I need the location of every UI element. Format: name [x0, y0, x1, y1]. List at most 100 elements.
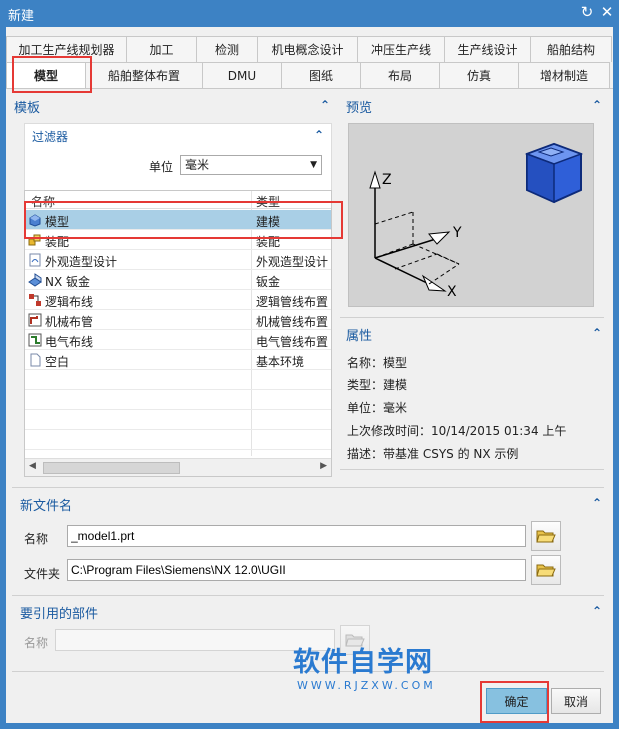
prop-unit: 单位：毫米: [347, 399, 407, 416]
browse-name-button[interactable]: [531, 521, 561, 551]
tab-panel-border: [6, 88, 613, 89]
template-type: 电气管线布置: [256, 335, 329, 349]
folder-label: 文件夹: [24, 567, 61, 581]
template-row-assembly[interactable]: 装配 装配: [25, 230, 331, 250]
tab-production-line-planner[interactable]: 加工生产线规划器: [6, 36, 127, 62]
horizontal-scrollbar[interactable]: ◀ ▶: [25, 458, 331, 476]
prop-value: 建模: [383, 378, 408, 392]
template-row-logic-routing[interactable]: 逻辑布线 逻辑管线布置: [25, 290, 331, 310]
tab-layout[interactable]: 布局: [360, 62, 440, 88]
prop-modified: 上次修改时间：10/14/2015 01:34 上午: [347, 422, 566, 439]
tab-model[interactable]: 模型: [6, 62, 86, 88]
tab-manufacturing[interactable]: 加工: [126, 36, 197, 62]
prop-label: 描述：: [347, 447, 384, 461]
prop-name: 名称：模型: [347, 354, 407, 371]
scroll-left-icon[interactable]: ◀: [29, 461, 36, 471]
properties-collapse-icon[interactable]: ⌃: [590, 326, 604, 340]
tab-simulation[interactable]: 仿真: [439, 62, 519, 88]
tab-inspection[interactable]: 检测: [196, 36, 258, 62]
prop-label: 类型：: [347, 378, 384, 392]
template-type: 装配: [256, 235, 281, 249]
template-row-electrical-routing[interactable]: 电气布线 电气管线布置: [25, 330, 331, 350]
template-type: 建模: [256, 215, 281, 229]
chevron-down-icon: ▼: [310, 160, 317, 170]
watermark-url: WWW.RJZXW.COM: [297, 679, 436, 692]
prop-label: 上次修改时间：: [347, 424, 432, 438]
preview-title: 预览: [346, 101, 373, 116]
scroll-right-icon[interactable]: ▶: [320, 461, 327, 471]
prop-label: 单位：: [347, 401, 384, 415]
browse-folder-button[interactable]: [531, 555, 561, 585]
preview-collapse-icon[interactable]: ⌃: [590, 98, 604, 112]
tab-drawing[interactable]: 图纸: [281, 62, 361, 88]
file-name-input[interactable]: [67, 525, 526, 547]
prop-type: 类型：建模: [347, 376, 407, 393]
ref-name-label: 名称: [24, 636, 49, 650]
prop-label: 名称：: [347, 356, 384, 370]
new-file-collapse-icon[interactable]: ⌃: [590, 496, 604, 510]
template-row-mech-piping[interactable]: 机械布管 机械管线布置: [25, 310, 331, 330]
model-icon: [29, 214, 41, 227]
watermark-text: 软件自学网: [293, 647, 433, 678]
divider: [12, 595, 604, 596]
shape-design-icon: [29, 253, 41, 267]
mech-piping-icon: [28, 313, 42, 327]
template-type: 机械管线布置: [256, 315, 329, 329]
templates-collapse-icon[interactable]: ⌃: [318, 98, 332, 112]
table-row: [25, 430, 331, 450]
template-row-shape-design[interactable]: 外观造型设计 外观造型设计: [25, 250, 331, 270]
template-row-blank[interactable]: 空白 基本环境: [25, 350, 331, 370]
part-cube-icon: [524, 142, 584, 204]
folder-open-icon: [536, 564, 556, 577]
axis-y-label: Y: [452, 225, 462, 241]
tab-mechatronics[interactable]: 机电概念设计: [257, 36, 358, 62]
template-name: NX 钣金: [45, 275, 91, 289]
template-name: 电气布线: [45, 335, 94, 349]
table-row: [25, 390, 331, 410]
watermark-logo: 软件自学网 WWW.RJZXW.COM: [293, 640, 436, 692]
window-title: 新建: [8, 9, 35, 24]
prop-value: 带基准 CSYS 的 NX 示例: [383, 447, 519, 461]
sheet-metal-icon: [28, 273, 42, 287]
axis-z-label: Z: [382, 172, 392, 188]
divider: [340, 317, 604, 318]
cancel-button[interactable]: 取消: [551, 688, 601, 714]
ok-button[interactable]: 确定: [486, 688, 547, 714]
unit-value: 毫米: [185, 158, 210, 172]
tab-press-line[interactable]: 冲压生产线: [357, 36, 445, 62]
tab-additive-manufacturing[interactable]: 增材制造: [518, 62, 610, 88]
folder-input[interactable]: [67, 559, 526, 581]
template-list-header: 名称 类型: [25, 191, 331, 209]
tab-ship-structure[interactable]: 船舶结构: [530, 36, 612, 62]
table-row: [25, 370, 331, 390]
unit-select[interactable]: 毫米 ▼: [180, 155, 322, 175]
folder-open-icon: [536, 530, 556, 543]
templates-title: 模板: [14, 101, 41, 116]
template-row-model[interactable]: 模型 建模: [25, 210, 331, 230]
column-type[interactable]: 类型: [256, 193, 280, 210]
dialog-window: 新建 ↻ ✕ 加工生产线规划器 加工 检测 机电概念设计 冲压生产线 生产线设计…: [0, 0, 619, 729]
template-name: 逻辑布线: [45, 295, 94, 309]
template-type: 基本环境: [256, 355, 305, 369]
logic-routing-icon: [29, 294, 41, 306]
blank-icon: [30, 353, 41, 367]
title-bar: 新建 ↻ ✕: [0, 0, 619, 26]
assembly-icon: [28, 234, 41, 246]
tab-dmu[interactable]: DMU: [202, 62, 282, 88]
electrical-routing-icon: [28, 333, 42, 347]
close-icon[interactable]: ✕: [598, 3, 616, 21]
unit-label: 单位: [149, 160, 174, 174]
ref-parts-collapse-icon[interactable]: ⌃: [590, 604, 604, 618]
template-row-sheet-metal[interactable]: NX 钣金 钣金: [25, 270, 331, 290]
reset-icon[interactable]: ↻: [578, 3, 596, 21]
preview-image: Z Y X: [348, 123, 594, 307]
tab-ship-layout[interactable]: 船舶整体布置: [85, 62, 203, 88]
tab-line-design[interactable]: 生产线设计: [444, 36, 531, 62]
template-name: 装配: [45, 235, 70, 249]
filter-collapse-icon[interactable]: ⌃: [312, 128, 326, 142]
prop-value: 毫米: [383, 401, 408, 415]
scrollbar-thumb[interactable]: [43, 462, 180, 474]
tab-row-1: 加工生产线规划器 加工 检测 机电概念设计 冲压生产线 生产线设计 船舶结构: [6, 36, 612, 62]
prop-value: 10/14/2015 01:34 上午: [431, 424, 567, 438]
column-name[interactable]: 名称: [31, 193, 55, 210]
